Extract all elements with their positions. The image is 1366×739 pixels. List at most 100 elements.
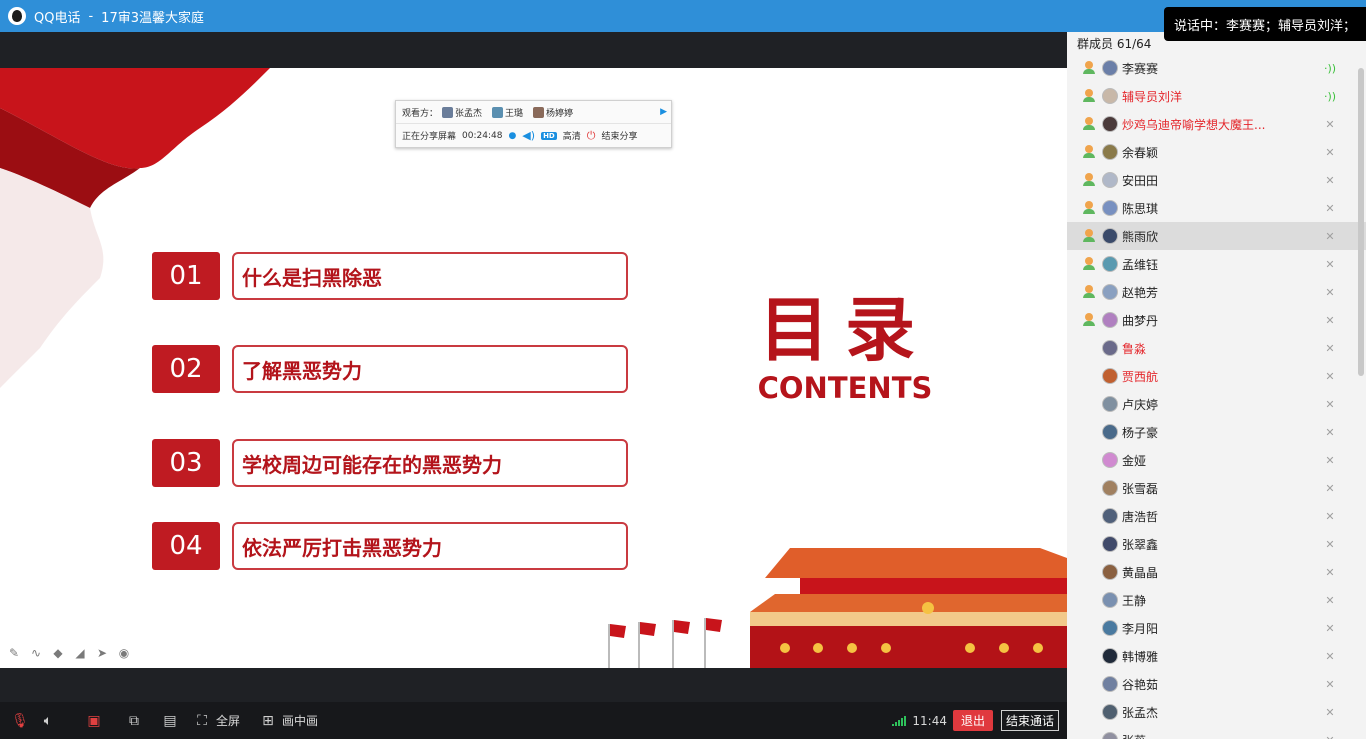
eraser-icon[interactable]: ◢ [72,645,88,661]
power-icon[interactable]: ⏻ [587,129,596,143]
viewer-item[interactable]: 张孟杰 [442,106,482,119]
scrollbar[interactable] [1358,68,1364,376]
member-row[interactable]: 炒鸡乌迪帝喻学想大魔王... ✕ [1067,110,1366,138]
member-name: 李月阳 [1122,621,1159,636]
member-row[interactable]: 谷艳茹 ✕ [1067,670,1366,698]
mic-muted-icon: ✕ [1325,537,1335,551]
hd-quality-button[interactable]: 高清 [563,129,581,142]
mic-muted-icon: ✕ [1323,733,1337,739]
avatar [492,106,504,118]
viewer-item[interactable]: 王璐 [492,106,523,119]
member-row[interactable]: 贾西航 ✕ [1067,362,1366,390]
mic-muted-icon: ✕ [1325,705,1335,719]
mic-muted-icon: ✕ [1325,369,1335,383]
member-row[interactable]: 张孟杰 ✕ [1067,698,1366,726]
avatar [1102,228,1118,244]
online-status-icon [1082,481,1096,495]
pen-icon[interactable]: ✎ [6,645,22,661]
avatar [1102,396,1118,412]
viewer-item[interactable]: 杨婷婷 [533,106,573,119]
member-row[interactable]: 卢庆婷 ✕ [1067,390,1366,418]
member-name: 韩博雅 [1122,649,1159,664]
member-name: 卢庆婷 [1122,397,1159,412]
member-row[interactable]: 熊雨欣 ✕ [1067,222,1366,250]
member-name: 余春颖 [1122,145,1159,160]
call-time: 11:44 [912,713,947,728]
member-name: 唐浩哲 [1122,509,1159,524]
speaking-banner: 说话中：李赛赛；辅导员刘洋； [1163,7,1366,41]
viewers-label: 观看方： [402,108,439,119]
member-name: 金娅 [1122,453,1147,468]
mic-muted-icon: ✕ [1325,285,1335,299]
exit-button[interactable]: 退出 [952,710,993,731]
toc-number: 03 [152,439,220,487]
member-name: 安田田 [1122,173,1159,188]
online-status-icon [1082,537,1096,551]
member-row[interactable]: 杨子豪 ✕ [1067,418,1366,446]
fullscreen-label: 全屏 [216,714,241,728]
member-row[interactable]: 李赛赛 ·)) [1067,54,1366,82]
online-status-icon [1082,593,1096,607]
member-row[interactable]: 鲁淼 ✕ [1067,334,1366,362]
avatar [1102,60,1118,76]
online-status-icon [1082,117,1096,131]
mic-icon[interactable]: ● [508,131,516,141]
screen-share-icon[interactable]: ⧉ [124,711,144,731]
pip-button[interactable]: ⊞ 画中画 [258,711,318,731]
member-row[interactable]: 金娅 ✕ [1067,446,1366,474]
member-row[interactable]: 陈思琪 ✕ [1067,194,1366,222]
curve-icon[interactable]: ∿ [28,645,44,661]
speaker-icon[interactable]: ◀) [522,129,535,142]
mic-muted-icon[interactable]: 🎙︎ [10,711,30,731]
qq-logo-icon [8,7,26,25]
member-row[interactable]: 韩博雅 ✕ [1067,642,1366,670]
toc-label: 什么是扫黑除恶 [232,252,628,300]
chat-icon[interactable]: ▤ [160,711,180,731]
member-row[interactable]: 张雪磊 ✕ [1067,474,1366,502]
speaker-icon[interactable]: 🔈︎ [38,711,58,731]
member-row[interactable]: 曲梦丹 ✕ [1067,306,1366,334]
mic-muted-icon: ✕ [1325,481,1335,495]
member-row[interactable]: 张翠鑫 ✕ [1067,530,1366,558]
toc-label: 学校周边可能存在的黑恶势力 [232,439,628,487]
online-status-icon [1082,509,1096,523]
mic-muted-icon: ✕ [1325,565,1335,579]
member-row[interactable]: 赵艳芳 ✕ [1067,278,1366,306]
member-row[interactable]: 孟维钰 ✕ [1067,250,1366,278]
avatar [1102,704,1118,720]
avatar [1102,172,1118,188]
speaking-icon: ·)) [1323,89,1337,103]
online-status-icon [1082,649,1096,663]
camera-off-icon[interactable]: ▣ [84,711,104,731]
end-call-button[interactable]: 结束通话 [1000,710,1059,731]
toc-item-4: 04 依法严厉打击黑恶势力 [152,522,628,570]
toc-label: 依法严厉打击黑恶势力 [232,522,628,570]
member-row[interactable]: 余春颖 ✕ [1067,138,1366,166]
member-name: 张蕊 [1122,732,1146,739]
member-row[interactable]: 安田田 ✕ [1067,166,1366,194]
title-bar: QQ电话 - 17审3温馨大家庭 [0,0,1366,32]
member-row[interactable]: 唐浩哲 ✕ [1067,502,1366,530]
pointer-icon[interactable]: ➤ [94,645,110,661]
avatar [1102,88,1118,104]
member-row[interactable]: 黄晶晶 ✕ [1067,558,1366,586]
online-status-icon [1082,341,1096,355]
online-status-icon [1082,229,1096,243]
mic-muted-icon: ✕ [1325,397,1335,411]
toc-label: 了解黑恶势力 [232,345,628,393]
share-duration: 00:24:48 [462,130,503,141]
member-row[interactable]: 辅导员刘洋 ·)) [1067,82,1366,110]
call-toolbar: 🎙︎ 🔈︎ ▣ ⧉ ▤ ⛶ 全屏 ⊞ 画中画 11:44 退出 结束通话 [0,702,1067,739]
end-share-button[interactable]: 结束分享 [601,129,637,142]
arrow-right-icon[interactable]: ▶ [660,107,667,117]
screen-share-viewer-bar: 观看方： 张孟杰 王璐 杨婷婷 ▶ 正在分享屏幕 00:24:48 ● ◀) H… [395,100,672,148]
highlighter-icon[interactable]: ◆ [50,645,66,661]
fullscreen-button[interactable]: ⛶ 全屏 [192,711,240,731]
member-row[interactable]: 李月阳 ✕ [1067,614,1366,642]
online-status-icon [1082,285,1096,299]
member-name: 孟维钰 [1122,257,1159,272]
member-name: 辅导员刘洋 [1122,89,1183,104]
member-row[interactable]: 王静 ✕ [1067,586,1366,614]
record-icon[interactable]: ◉ [116,645,132,661]
member-row[interactable]: 张蕊 ✕ [1067,726,1366,739]
